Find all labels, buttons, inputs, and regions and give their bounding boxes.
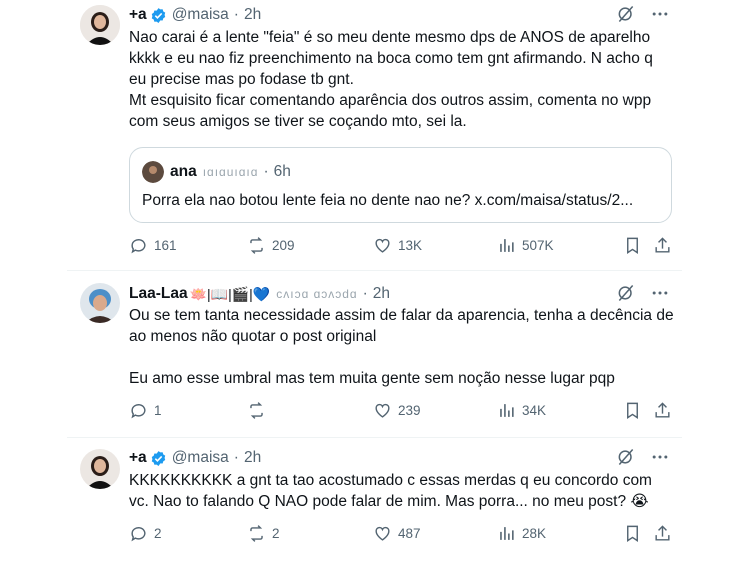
more-icon[interactable] (650, 4, 670, 24)
like-button[interactable]: 239 (373, 401, 421, 420)
retweet-icon (250, 402, 263, 419)
share-icon (655, 237, 670, 253)
like-button[interactable]: 13K (373, 236, 422, 255)
reply-button[interactable]: 2 (129, 524, 162, 543)
like-icon (375, 526, 390, 541)
verified-badge-icon (151, 450, 165, 466)
share-button[interactable] (653, 401, 672, 420)
tweet-1[interactable]: +a @maisa · 2h Nao carai é a lente "feia… (67, 0, 682, 265)
action-bar: 1 239 34K (129, 401, 674, 423)
bookmark-button[interactable] (623, 401, 642, 420)
like-count: 487 (398, 526, 421, 541)
quote-author-name: ana (170, 163, 197, 180)
views-button[interactable]: 34K (497, 401, 546, 420)
quote-author-handle: ıɑıɑuıɑıɑ (202, 165, 259, 179)
reply-icon (131, 239, 146, 254)
author-handle[interactable]: @maisa (172, 449, 229, 467)
more-icon[interactable] (650, 447, 670, 467)
bookmark-icon (627, 402, 638, 419)
bookmark-icon (627, 237, 638, 254)
reply-button[interactable]: 161 (129, 236, 177, 255)
grok-icon[interactable] (616, 447, 636, 467)
retweet-count: 209 (272, 238, 295, 253)
reply-count: 2 (154, 526, 162, 541)
avatar-maisa[interactable] (80, 449, 120, 489)
author-handle[interactable]: cʌıɔɑ ɑɔʌɔdɑ (276, 287, 357, 301)
views-icon (500, 527, 514, 540)
bookmark-button[interactable] (623, 236, 642, 255)
action-bar: 161 209 13K 507K (129, 236, 674, 258)
avatar-maisa[interactable] (80, 5, 120, 45)
name-emojis: 🪷|📖|🎬|💙 (189, 286, 271, 302)
retweet-icon (250, 237, 263, 254)
tweet-text: KKKKKKKKKK a gnt ta tao acostumado c ess… (129, 472, 657, 510)
divider (67, 270, 682, 271)
reply-count: 161 (154, 238, 177, 253)
retweet-button[interactable]: 209 (247, 236, 295, 255)
action-bar: 2 2 487 28K (129, 524, 674, 546)
views-count: 507K (522, 238, 554, 253)
views-icon (500, 404, 514, 417)
avatar-laa-laa[interactable] (80, 283, 120, 323)
reply-count: 1 (154, 403, 162, 418)
quote-avatar (142, 161, 164, 183)
reply-icon (131, 404, 146, 419)
verified-badge-icon (151, 7, 165, 23)
share-icon (655, 525, 670, 541)
share-button[interactable] (653, 236, 672, 255)
author-name[interactable]: Laa-Laa (129, 285, 188, 303)
grok-icon[interactable] (616, 4, 636, 24)
tweet-3[interactable]: +a @maisa · 2h KKKKKKKKKK a gnt ta tao a… (67, 446, 682, 556)
bookmark-button[interactable] (623, 524, 642, 543)
like-icon (375, 403, 390, 418)
retweet-button[interactable]: 2 (247, 524, 280, 543)
quote-timestamp: 6h (273, 163, 291, 180)
timestamp[interactable]: 2h (244, 6, 261, 24)
dot-separator: · (233, 6, 239, 23)
views-icon (500, 239, 514, 252)
retweet-icon (250, 525, 263, 542)
quote-tweet[interactable]: ana ıɑıɑuıɑıɑ · 6h Porra ela nao botou l… (129, 147, 672, 223)
tweet-text: Nao carai é a lente "feia" é so meu dent… (129, 29, 653, 130)
retweet-button[interactable] (247, 401, 272, 420)
like-count: 239 (398, 403, 421, 418)
quote-text: Porra ela nao botou lente feia no dente … (142, 192, 634, 209)
grok-icon[interactable] (616, 283, 636, 303)
like-icon (375, 238, 390, 253)
reply-button[interactable]: 1 (129, 401, 162, 420)
timestamp[interactable]: 2h (244, 449, 261, 467)
more-icon[interactable] (650, 283, 670, 303)
divider (67, 437, 682, 438)
author-name[interactable]: +a (129, 449, 147, 467)
share-button[interactable] (653, 524, 672, 543)
share-icon (655, 402, 670, 418)
dot-separator: · (233, 449, 239, 466)
views-button[interactable]: 28K (497, 524, 546, 543)
views-button[interactable]: 507K (497, 236, 554, 255)
retweet-count: 2 (272, 526, 280, 541)
timeline: +a @maisa · 2h Nao carai é a lente "feia… (67, 0, 682, 563)
dot-separator: · (263, 163, 269, 180)
tweet-text: Ou se tem tanta necessidade assim de fal… (129, 307, 674, 387)
tweet-2[interactable]: Laa-Laa 🪷|📖|🎬|💙 cʌıɔɑ ɑɔʌɔdɑ · 2h Ou se … (67, 280, 682, 435)
author-handle[interactable]: @maisa (172, 6, 229, 24)
like-count: 13K (398, 238, 423, 253)
views-count: 28K (522, 526, 547, 541)
like-button[interactable]: 487 (373, 524, 421, 543)
author-name[interactable]: +a (129, 6, 147, 24)
timestamp[interactable]: 2h (373, 285, 390, 303)
bookmark-icon (627, 525, 638, 542)
dot-separator: · (362, 285, 368, 302)
views-count: 34K (522, 403, 547, 418)
reply-icon (131, 527, 146, 542)
